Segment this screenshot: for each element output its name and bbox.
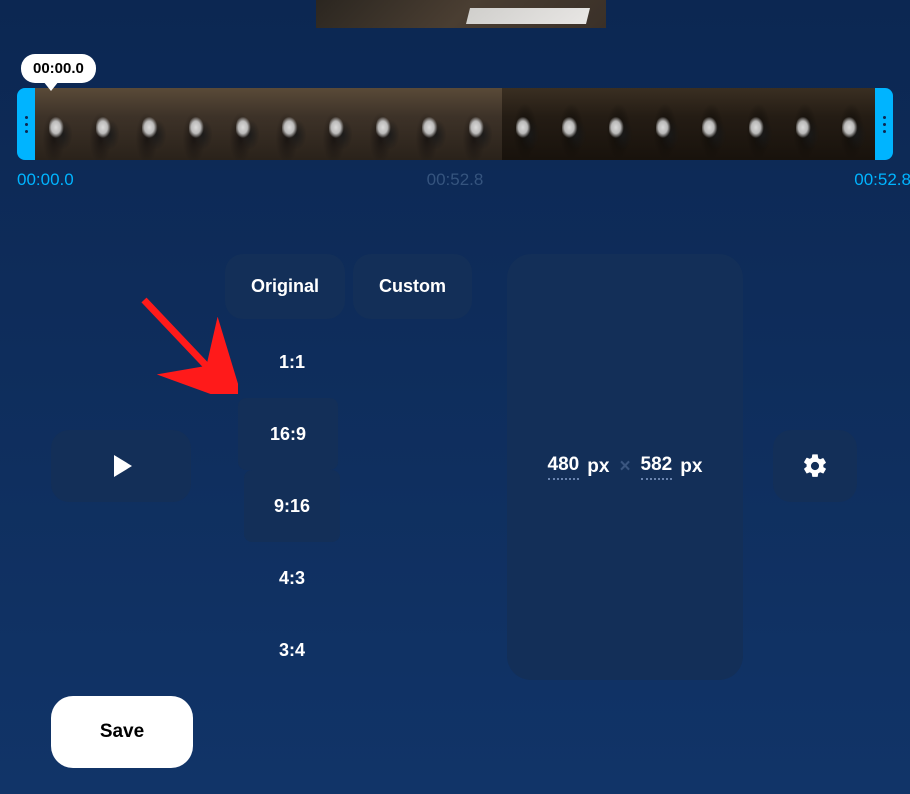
playhead-tooltip: 00:00.0: [21, 54, 96, 83]
play-button[interactable]: [51, 430, 191, 502]
settings-button[interactable]: [773, 430, 857, 502]
ratio-9-16[interactable]: 9:16: [244, 470, 340, 542]
timeline-frame: [548, 88, 595, 160]
ratio-1-1[interactable]: 1:1: [244, 326, 340, 398]
width-unit: px: [587, 456, 609, 478]
width-value[interactable]: 480: [548, 454, 580, 480]
save-button[interactable]: Save: [51, 696, 193, 768]
timeline-frame: [828, 88, 875, 160]
timeline-frame: [35, 88, 82, 160]
trim-handle-left[interactable]: [17, 88, 35, 160]
aspect-tabs: Original Custom: [225, 254, 472, 319]
timeline-labels: 00:00.0 00:52.8 00:52.8: [17, 170, 893, 194]
timeline-frame: [268, 88, 315, 160]
timeline-frame: [595, 88, 642, 160]
timeline-frames[interactable]: [35, 88, 875, 160]
play-icon: [114, 455, 132, 477]
ratio-3-4[interactable]: 3:4: [244, 614, 340, 686]
timeline-track[interactable]: [17, 88, 893, 160]
annotation-arrow-icon: [138, 294, 238, 394]
tab-original[interactable]: Original: [225, 254, 345, 319]
timeline-region: 00:00.0 00:00.0: [17, 44, 893, 140]
timeline-frame: [735, 88, 782, 160]
timeline-frame: [315, 88, 362, 160]
trim-handle-right[interactable]: [875, 88, 893, 160]
gear-icon: [801, 452, 829, 480]
video-preview-thumbnail: [316, 0, 606, 28]
dimension-separator: ×: [617, 456, 632, 478]
ratio-16-9[interactable]: 16:9: [238, 398, 338, 470]
timeline-frame: [502, 88, 549, 160]
timeline-frame: [175, 88, 222, 160]
timeline-frame: [688, 88, 735, 160]
dimension-panel: 480 px × 582 px: [507, 254, 743, 680]
grip-dots-icon: [25, 116, 28, 133]
timeline-end-time: 00:52.8: [854, 170, 910, 190]
ratio-4-3[interactable]: 4:3: [244, 542, 340, 614]
tab-custom[interactable]: Custom: [353, 254, 472, 319]
timeline-frame: [128, 88, 175, 160]
aspect-ratio-list: 1:1 16:9 9:16 4:3 3:4: [244, 326, 340, 686]
timeline-frame: [455, 88, 502, 160]
dimension-readout: 480 px × 582 px: [548, 454, 703, 480]
grip-dots-icon: [883, 116, 886, 133]
timeline-frame: [362, 88, 409, 160]
height-unit: px: [680, 456, 702, 478]
timeline-frame: [642, 88, 689, 160]
timeline-frame: [222, 88, 269, 160]
timeline-frame: [408, 88, 455, 160]
timeline-frame: [782, 88, 829, 160]
height-value[interactable]: 582: [641, 454, 673, 480]
timeline-mid-time: 00:52.8: [427, 170, 484, 190]
timeline-frame: [82, 88, 129, 160]
timeline-start-time: 00:00.0: [17, 170, 74, 190]
